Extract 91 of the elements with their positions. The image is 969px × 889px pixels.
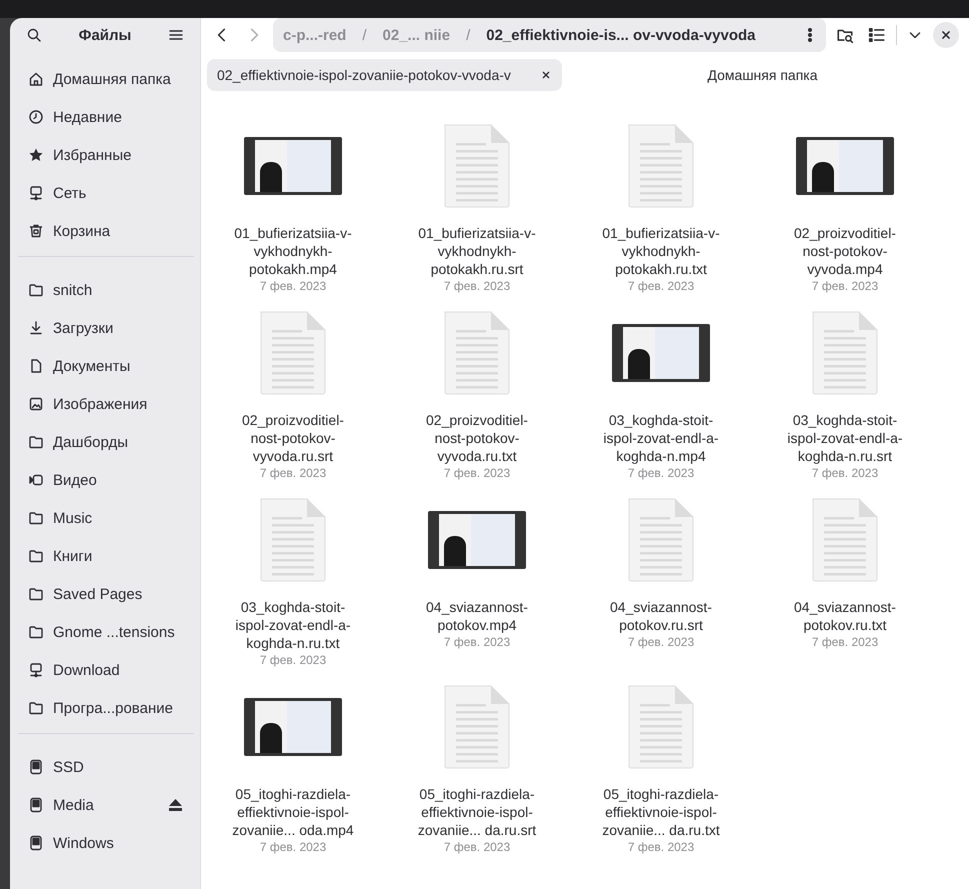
file-name[interactable]: 01_bufierizatsiia-v-vykhodnykh-potokakh.ru.srt bbox=[416, 224, 538, 278]
file-date: 7 фев. 2023 bbox=[628, 279, 694, 293]
sidebar-item[interactable]: Избранные bbox=[16, 136, 194, 174]
file-name[interactable]: 03_koghda-stoit-ispol-zovat-endl-a-koghda-n.ru.srt bbox=[784, 411, 906, 465]
file-name[interactable]: 03_koghda-stoit-ispol-zovat-endl-a-koghda-n.mp4 bbox=[600, 411, 722, 465]
folder-icon bbox=[28, 548, 44, 564]
text-file-icon bbox=[443, 310, 511, 396]
path-segment[interactable]: 02_effiektivnoie-is... ov-vvoda-vyvoda bbox=[482, 22, 760, 48]
folder-icon bbox=[28, 510, 44, 526]
file-name[interactable]: 02_proizvoditiel-nost-potokov-vyvoda.mp4 bbox=[784, 224, 906, 278]
list-view-icon bbox=[868, 26, 886, 44]
close-icon bbox=[939, 28, 953, 42]
file-date: 7 фев. 2023 bbox=[444, 279, 510, 293]
sidebar-item[interactable]: Недавние bbox=[16, 98, 194, 136]
sidebar-item[interactable]: Книги bbox=[16, 537, 194, 575]
text-file-icon bbox=[811, 310, 879, 396]
close-button[interactable] bbox=[933, 22, 959, 48]
file-name[interactable]: 05_itoghi-razdiela-effiektivnoie-ispol-zovaniie... da.ru.srt bbox=[416, 785, 538, 839]
file-date: 7 фев. 2023 bbox=[444, 466, 510, 480]
sidebar-item[interactable]: Download bbox=[16, 651, 194, 689]
file-date: 7 фев. 2023 bbox=[812, 279, 878, 293]
text-file-icon bbox=[627, 497, 695, 583]
sidebar-item[interactable]: Домашняя папка bbox=[16, 60, 194, 98]
video-icon bbox=[28, 472, 44, 488]
folder-icon bbox=[28, 434, 44, 450]
home-icon bbox=[28, 71, 44, 87]
download-icon bbox=[28, 320, 44, 336]
file-date: 7 фев. 2023 bbox=[628, 466, 694, 480]
text-file-icon bbox=[443, 123, 511, 209]
tab[interactable]: Домашняя папка bbox=[562, 59, 963, 91]
text-file-icon bbox=[627, 684, 695, 770]
text-file-icon bbox=[443, 684, 511, 770]
file-date: 7 фев. 2023 bbox=[260, 653, 326, 667]
sidebar-item[interactable]: Видео bbox=[16, 461, 194, 499]
sidebar-item[interactable]: Windows bbox=[16, 824, 194, 862]
file-date: 7 фев. 2023 bbox=[812, 635, 878, 649]
file-date: 7 фев. 2023 bbox=[628, 840, 694, 854]
file-date: 7 фев. 2023 bbox=[260, 466, 326, 480]
sidebar-item[interactable]: Сеть bbox=[16, 174, 194, 212]
text-file-icon bbox=[259, 310, 327, 396]
file-name[interactable]: 04_sviazannost-potokov.mp4 bbox=[416, 598, 538, 634]
folder-icon bbox=[28, 282, 44, 298]
sidebar-item[interactable]: Загрузки bbox=[16, 309, 194, 347]
sidebar-item[interactable]: Media bbox=[16, 786, 194, 824]
file-date: 7 фев. 2023 bbox=[628, 635, 694, 649]
file-date: 7 фев. 2023 bbox=[260, 279, 326, 293]
sidebar-item[interactable]: Music bbox=[16, 499, 194, 537]
tab[interactable]: 02_effiektivnoie-ispol-zovaniie-potokov-vvoda-v bbox=[207, 59, 562, 91]
sidebar-item[interactable]: Gnome ...tensions bbox=[16, 613, 194, 651]
file-name[interactable]: 04_sviazannost-potokov.ru.txt bbox=[784, 598, 906, 634]
file-name[interactable]: 04_sviazannost-potokov.ru.srt bbox=[600, 598, 722, 634]
folder-icon bbox=[28, 700, 44, 716]
trash-icon bbox=[28, 223, 44, 239]
computer-icon bbox=[28, 662, 44, 678]
close-icon bbox=[540, 69, 552, 81]
path-separator: / bbox=[361, 26, 368, 44]
file-name[interactable]: 03_koghda-stoit-ispol-zovat-endl-a-koghda-n.ru.txt bbox=[232, 598, 354, 652]
folder-icon bbox=[28, 586, 44, 602]
sidebar-title: Файлы bbox=[78, 26, 132, 44]
sidebar-item[interactable]: Документы bbox=[16, 347, 194, 385]
file-name[interactable]: 01_bufierizatsiia-v-vykhodnykh-potokakh.ru.txt bbox=[600, 224, 722, 278]
file-name[interactable]: 02_proizvoditiel-nost-potokov-vyvoda.ru.srt bbox=[232, 411, 354, 465]
drive-icon bbox=[28, 797, 44, 813]
file-date: 7 фев. 2023 bbox=[812, 466, 878, 480]
text-file-icon bbox=[811, 497, 879, 583]
drive-icon bbox=[28, 835, 44, 851]
text-file-icon bbox=[627, 123, 695, 209]
sidebar-item[interactable]: Корзина bbox=[16, 212, 194, 250]
sidebar-item[interactable]: snitch bbox=[16, 271, 194, 309]
image-icon bbox=[28, 396, 44, 412]
computer-icon bbox=[28, 185, 44, 201]
file-date: 7 фев. 2023 bbox=[444, 840, 510, 854]
sidebar-item[interactable]: Saved Pages bbox=[16, 575, 194, 613]
sidebar-item[interactable]: Изображения bbox=[16, 385, 194, 423]
folder-icon bbox=[28, 624, 44, 640]
file-name[interactable]: 05_itoghi-razdiela-effiektivnoie-ispol-zovaniie... oda.mp4 bbox=[232, 785, 354, 839]
file-name[interactable]: 01_bufierizatsiia-v-vykhodnykh-potokakh.mp4 bbox=[232, 224, 354, 278]
path-separator: / bbox=[465, 26, 472, 44]
file-date: 7 фев. 2023 bbox=[444, 635, 510, 649]
eject-icon[interactable] bbox=[169, 799, 182, 811]
sidebar-item[interactable]: Програ...рование bbox=[16, 689, 194, 727]
sidebar-item[interactable]: Дашборды bbox=[16, 423, 194, 461]
file-date: 7 фев. 2023 bbox=[260, 840, 326, 854]
clock-icon bbox=[28, 109, 44, 125]
search-icon bbox=[26, 27, 42, 43]
file-name[interactable]: 02_proizvoditiel-nost-potokov-vyvoda.ru.txt bbox=[416, 411, 538, 465]
file-name[interactable]: 05_itoghi-razdiela-effiektivnoie-ispol-zovaniie... da.ru.txt bbox=[600, 785, 722, 839]
star-icon bbox=[28, 147, 44, 163]
text-file-icon bbox=[259, 497, 327, 583]
sidebar-item[interactable]: SSD bbox=[16, 748, 194, 786]
drive-icon bbox=[28, 759, 44, 775]
